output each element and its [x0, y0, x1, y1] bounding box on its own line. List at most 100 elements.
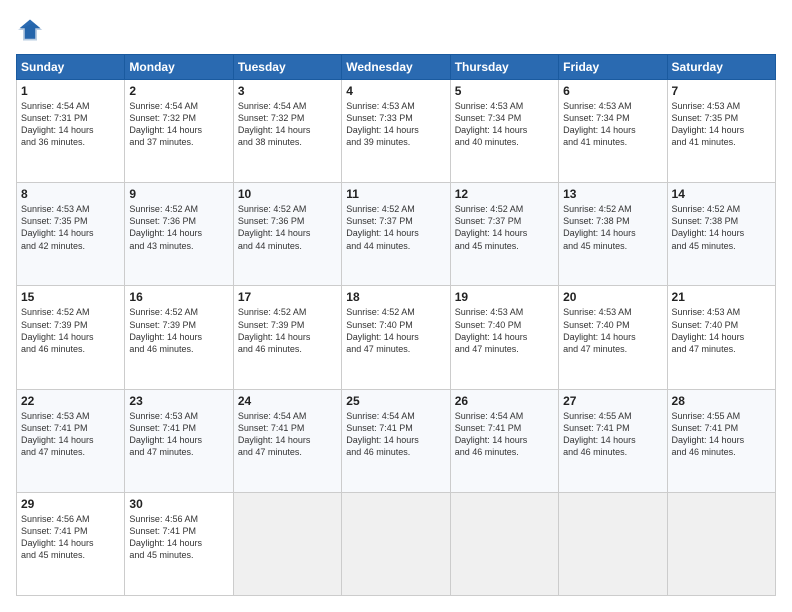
cell-sun-info: Sunrise: 4:52 AM Sunset: 7:39 PM Dayligh… [238, 306, 337, 355]
cell-sun-info: Sunrise: 4:52 AM Sunset: 7:38 PM Dayligh… [672, 203, 771, 252]
day-number: 1 [21, 84, 120, 98]
calendar-cell: 3Sunrise: 4:54 AM Sunset: 7:32 PM Daylig… [233, 80, 341, 183]
calendar-cell: 20 Sunrise: 4:53 AM Sunset: 7:40 PM Dayli… [559, 286, 667, 389]
cell-sun-info: Sunrise: 4:53 AM Sunset: 7:35 PM Dayligh… [21, 203, 120, 252]
cell-sun-info: Sunrise: 4:52 AM Sunset: 7:39 PM Dayligh… [21, 306, 120, 355]
calendar-cell: 24 Sunrise: 4:54 AM Sunset: 7:41 PM Dayli… [233, 389, 341, 492]
calendar-cell: 4 Sunrise: 4:53 AM Sunset: 7:33 PM Daylig… [342, 80, 450, 183]
logo-icon [16, 16, 44, 44]
weekday-header-sunday: Sunday [17, 55, 125, 80]
calendar-cell: 6 Sunrise: 4:53 AM Sunset: 7:34 PM Daylig… [559, 80, 667, 183]
cell-sun-info: Sunrise: 4:52 AM Sunset: 7:36 PM Dayligh… [129, 203, 228, 252]
calendar-cell: 22 Sunrise: 4:53 AM Sunset: 7:41 PM Dayli… [17, 389, 125, 492]
calendar-cell: 27 Sunrise: 4:55 AM Sunset: 7:41 PM Dayli… [559, 389, 667, 492]
day-number: 4 [346, 84, 445, 98]
cell-sun-info: Sunrise: 4:54 AM Sunset: 7:41 PM Dayligh… [455, 410, 554, 459]
day-number: 2 [129, 84, 228, 98]
calendar-cell: 23 Sunrise: 4:53 AM Sunset: 7:41 PM Dayli… [125, 389, 233, 492]
cell-sun-info: Sunrise: 4:55 AM Sunset: 7:41 PM Dayligh… [563, 410, 662, 459]
calendar-week-5: 29 Sunrise: 4:56 AM Sunset: 7:41 PM Dayli… [17, 492, 776, 595]
day-number: 21 [672, 290, 771, 304]
calendar-cell [559, 492, 667, 595]
calendar-cell: 30Sunrise: 4:56 AM Sunset: 7:41 PM Dayli… [125, 492, 233, 595]
logo [16, 16, 48, 44]
page: SundayMondayTuesdayWednesdayThursdayFrid… [0, 0, 792, 612]
calendar-cell: 7 Sunrise: 4:53 AM Sunset: 7:35 PM Daylig… [667, 80, 775, 183]
cell-sun-info: Sunrise: 4:54 AM Sunset: 7:31 PM Dayligh… [21, 100, 120, 149]
day-number: 20 [563, 290, 662, 304]
day-number: 9 [129, 187, 228, 201]
weekday-header-monday: Monday [125, 55, 233, 80]
day-number: 10 [238, 187, 337, 201]
cell-sun-info: Sunrise: 4:53 AM Sunset: 7:34 PM Dayligh… [455, 100, 554, 149]
cell-sun-info: Sunrise: 4:53 AM Sunset: 7:34 PM Dayligh… [563, 100, 662, 149]
weekday-header-wednesday: Wednesday [342, 55, 450, 80]
calendar-cell: 29 Sunrise: 4:56 AM Sunset: 7:41 PM Dayli… [17, 492, 125, 595]
cell-sun-info: Sunrise: 4:55 AM Sunset: 7:41 PM Dayligh… [672, 410, 771, 459]
calendar-cell: 19 Sunrise: 4:53 AM Sunset: 7:40 PM Dayli… [450, 286, 558, 389]
calendar-week-3: 15Sunrise: 4:52 AM Sunset: 7:39 PM Dayli… [17, 286, 776, 389]
cell-sun-info: Sunrise: 4:53 AM Sunset: 7:35 PM Dayligh… [672, 100, 771, 149]
calendar-cell: 9 Sunrise: 4:52 AM Sunset: 7:36 PM Daylig… [125, 183, 233, 286]
day-number: 26 [455, 394, 554, 408]
cell-sun-info: Sunrise: 4:52 AM Sunset: 7:37 PM Dayligh… [346, 203, 445, 252]
day-number: 23 [129, 394, 228, 408]
cell-sun-info: Sunrise: 4:52 AM Sunset: 7:39 PM Dayligh… [129, 306, 228, 355]
day-number: 16 [129, 290, 228, 304]
calendar-cell: 11Sunrise: 4:52 AM Sunset: 7:37 PM Dayli… [342, 183, 450, 286]
day-number: 29 [21, 497, 120, 511]
calendar-cell: 12 Sunrise: 4:52 AM Sunset: 7:37 PM Dayli… [450, 183, 558, 286]
cell-sun-info: Sunrise: 4:53 AM Sunset: 7:40 PM Dayligh… [455, 306, 554, 355]
day-number: 25 [346, 394, 445, 408]
calendar-cell [342, 492, 450, 595]
weekday-header-saturday: Saturday [667, 55, 775, 80]
day-number: 7 [672, 84, 771, 98]
day-number: 6 [563, 84, 662, 98]
calendar-cell: 25Sunrise: 4:54 AM Sunset: 7:41 PM Dayli… [342, 389, 450, 492]
cell-sun-info: Sunrise: 4:54 AM Sunset: 7:41 PM Dayligh… [238, 410, 337, 459]
calendar-cell: 14 Sunrise: 4:52 AM Sunset: 7:38 PM Dayli… [667, 183, 775, 286]
cell-sun-info: Sunrise: 4:53 AM Sunset: 7:41 PM Dayligh… [129, 410, 228, 459]
day-number: 30 [129, 497, 228, 511]
calendar-cell [667, 492, 775, 595]
weekday-header-tuesday: Tuesday [233, 55, 341, 80]
cell-sun-info: Sunrise: 4:53 AM Sunset: 7:40 PM Dayligh… [563, 306, 662, 355]
day-number: 8 [21, 187, 120, 201]
calendar-week-2: 8 Sunrise: 4:53 AM Sunset: 7:35 PM Daylig… [17, 183, 776, 286]
calendar-cell: 13Sunrise: 4:52 AM Sunset: 7:38 PM Dayli… [559, 183, 667, 286]
weekday-header-thursday: Thursday [450, 55, 558, 80]
calendar-cell: 8 Sunrise: 4:53 AM Sunset: 7:35 PM Daylig… [17, 183, 125, 286]
day-number: 24 [238, 394, 337, 408]
cell-sun-info: Sunrise: 4:52 AM Sunset: 7:36 PM Dayligh… [238, 203, 337, 252]
calendar-cell [233, 492, 341, 595]
calendar-week-4: 22 Sunrise: 4:53 AM Sunset: 7:41 PM Dayli… [17, 389, 776, 492]
day-number: 19 [455, 290, 554, 304]
calendar-cell [450, 492, 558, 595]
cell-sun-info: Sunrise: 4:52 AM Sunset: 7:37 PM Dayligh… [455, 203, 554, 252]
day-number: 5 [455, 84, 554, 98]
calendar-cell: 2Sunrise: 4:54 AM Sunset: 7:32 PM Daylig… [125, 80, 233, 183]
day-number: 12 [455, 187, 554, 201]
cell-sun-info: Sunrise: 4:53 AM Sunset: 7:33 PM Dayligh… [346, 100, 445, 149]
cell-sun-info: Sunrise: 4:52 AM Sunset: 7:38 PM Dayligh… [563, 203, 662, 252]
calendar-cell: 5 Sunrise: 4:53 AM Sunset: 7:34 PM Daylig… [450, 80, 558, 183]
day-number: 28 [672, 394, 771, 408]
day-number: 27 [563, 394, 662, 408]
weekday-header-friday: Friday [559, 55, 667, 80]
calendar-cell: 1 Sunrise: 4:54 AM Sunset: 7:31 PM Daylig… [17, 80, 125, 183]
calendar-header-row: SundayMondayTuesdayWednesdayThursdayFrid… [17, 55, 776, 80]
day-number: 22 [21, 394, 120, 408]
day-number: 3 [238, 84, 337, 98]
calendar-cell: 16 Sunrise: 4:52 AM Sunset: 7:39 PM Dayli… [125, 286, 233, 389]
calendar-cell: 18Sunrise: 4:52 AM Sunset: 7:40 PM Dayli… [342, 286, 450, 389]
day-number: 14 [672, 187, 771, 201]
cell-sun-info: Sunrise: 4:53 AM Sunset: 7:41 PM Dayligh… [21, 410, 120, 459]
calendar-table: SundayMondayTuesdayWednesdayThursdayFrid… [16, 54, 776, 596]
cell-sun-info: Sunrise: 4:53 AM Sunset: 7:40 PM Dayligh… [672, 306, 771, 355]
cell-sun-info: Sunrise: 4:56 AM Sunset: 7:41 PM Dayligh… [21, 513, 120, 562]
calendar-week-1: 1 Sunrise: 4:54 AM Sunset: 7:31 PM Daylig… [17, 80, 776, 183]
cell-sun-info: Sunrise: 4:52 AM Sunset: 7:40 PM Dayligh… [346, 306, 445, 355]
calendar-cell: 10 Sunrise: 4:52 AM Sunset: 7:36 PM Dayli… [233, 183, 341, 286]
day-number: 17 [238, 290, 337, 304]
calendar-cell: 28 Sunrise: 4:55 AM Sunset: 7:41 PM Dayli… [667, 389, 775, 492]
